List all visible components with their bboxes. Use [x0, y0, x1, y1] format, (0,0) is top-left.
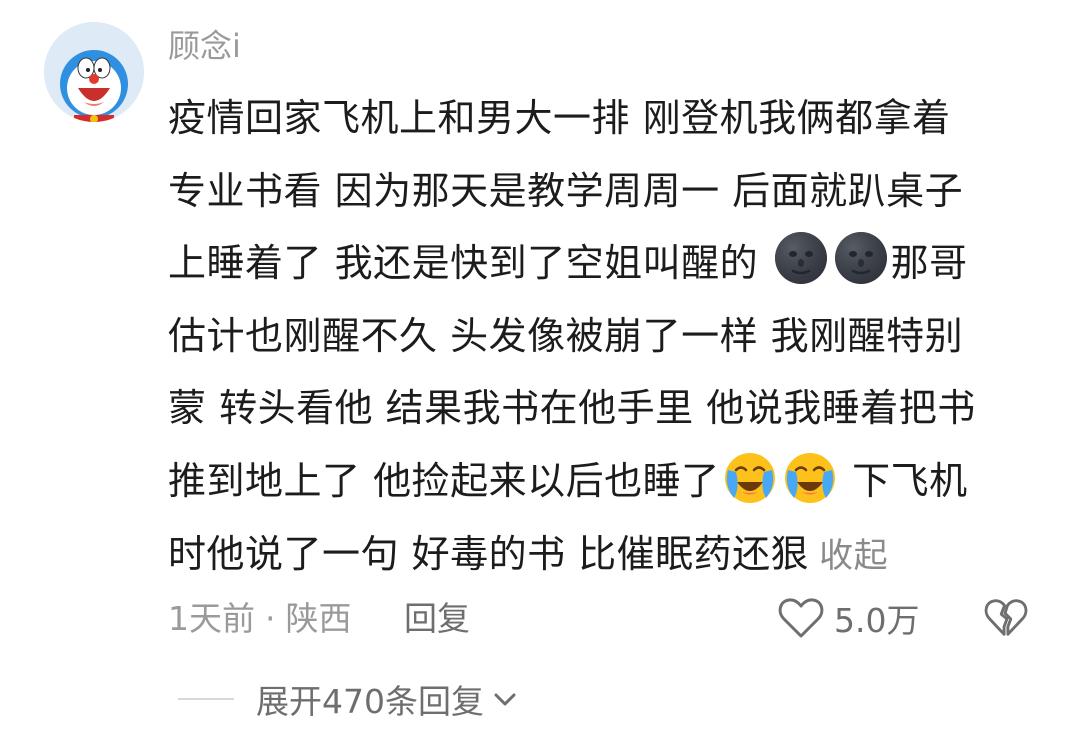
comment-line: 专业书看 因为那天是教学周周一 后面就趴桌子 — [168, 168, 964, 213]
expand-replies-label[interactable]: 展开470条回复 — [256, 675, 484, 723]
chevron-down-icon[interactable] — [490, 684, 520, 714]
broken-heart-icon[interactable] — [984, 596, 1028, 640]
comment-line-text: 上睡着了 我还是快到了空姐叫醒的 — [168, 241, 771, 286]
new-moon-face-icon — [834, 232, 887, 285]
comment-body: 疫情回家飞机上和男大一排 刚登机我俩都拿着 专业书看 因为那天是教学周周一 后面… — [168, 82, 1028, 590]
comment-line-text: 推到地上了 他捡起来以后也睡了 — [168, 458, 720, 503]
like-count: 5.0万 — [834, 601, 920, 640]
new-moon-face-icon — [774, 232, 827, 285]
collapse-button[interactable]: 收起 — [819, 536, 888, 576]
heart-icon — [778, 598, 824, 638]
reply-button[interactable]: 回复 — [404, 596, 470, 642]
loudly-crying-laughing-icon — [784, 452, 835, 503]
avatar[interactable] — [44, 22, 144, 122]
comment-line-text: 下飞机 — [839, 458, 968, 503]
like-button[interactable]: 5.0万 — [778, 592, 919, 644]
loudly-crying-laughing-icon — [724, 452, 775, 503]
comment-line: 推到地上了 他捡起来以后也睡了 下飞机 — [168, 445, 1028, 518]
comment-line: 时他说了一句 好毒的书 比催眠药还狠 收起 — [168, 518, 1028, 591]
meta-separator: · — [265, 599, 276, 638]
divider — [178, 698, 234, 700]
comment-location: 陕西 — [285, 599, 352, 638]
comment-line: 疫情回家飞机上和男大一排 刚登机我俩都拿着 — [168, 96, 951, 140]
comment-line: 估计也刚醒不久 头发像被崩了一样 我刚醒特别 — [168, 313, 964, 358]
comment-line: 上睡着了 我还是快到了空姐叫醒的 那哥 — [168, 227, 1028, 300]
comment-time: 1天前 — [168, 599, 255, 638]
expand-replies[interactable]: 展开470条回复 — [178, 676, 520, 722]
comment-item: 顾念i 疫情回家飞机上和男大一排 刚登机我俩都拿着 专业书看 因为那天是教学周周… — [0, 0, 1080, 752]
comment-line-text: 那哥 — [890, 241, 968, 286]
comment-meta: 1天前 · 陕西 — [168, 596, 352, 642]
doraemon-avatar-icon — [44, 22, 144, 122]
comment-line-text: 时他说了一句 好毒的书 比催眠药还狠 — [168, 531, 810, 576]
username[interactable]: 顾念i — [168, 26, 241, 66]
comment-line: 蒙 转头看他 结果我书在他手里 他说我睡着把书 — [168, 386, 976, 431]
